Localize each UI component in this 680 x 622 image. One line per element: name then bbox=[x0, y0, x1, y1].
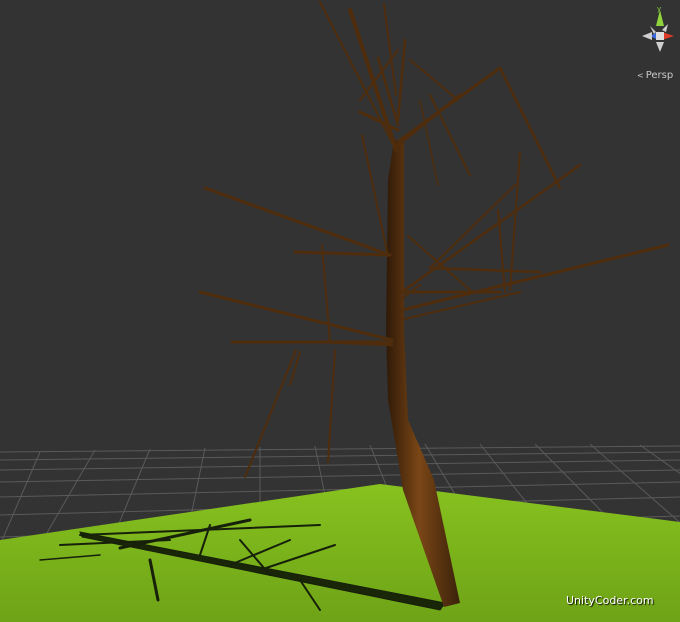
watermark: UnityCoder.com bbox=[566, 594, 654, 607]
svg-text:y: y bbox=[657, 5, 661, 13]
chevron-left-icon: < bbox=[637, 71, 644, 80]
scene-orientation-gizmo[interactable]: y bbox=[628, 4, 678, 70]
gizmo-center-cube-icon[interactable] bbox=[656, 32, 664, 40]
gizmo-y-axis-icon[interactable]: y bbox=[656, 5, 664, 26]
projection-label: Persp bbox=[645, 70, 674, 81]
projection-toggle[interactable]: < Persp bbox=[637, 70, 673, 81]
scene-canvas[interactable] bbox=[0, 0, 680, 622]
scene-viewport[interactable]: y < Persp UnityCoder.com bbox=[0, 0, 680, 622]
